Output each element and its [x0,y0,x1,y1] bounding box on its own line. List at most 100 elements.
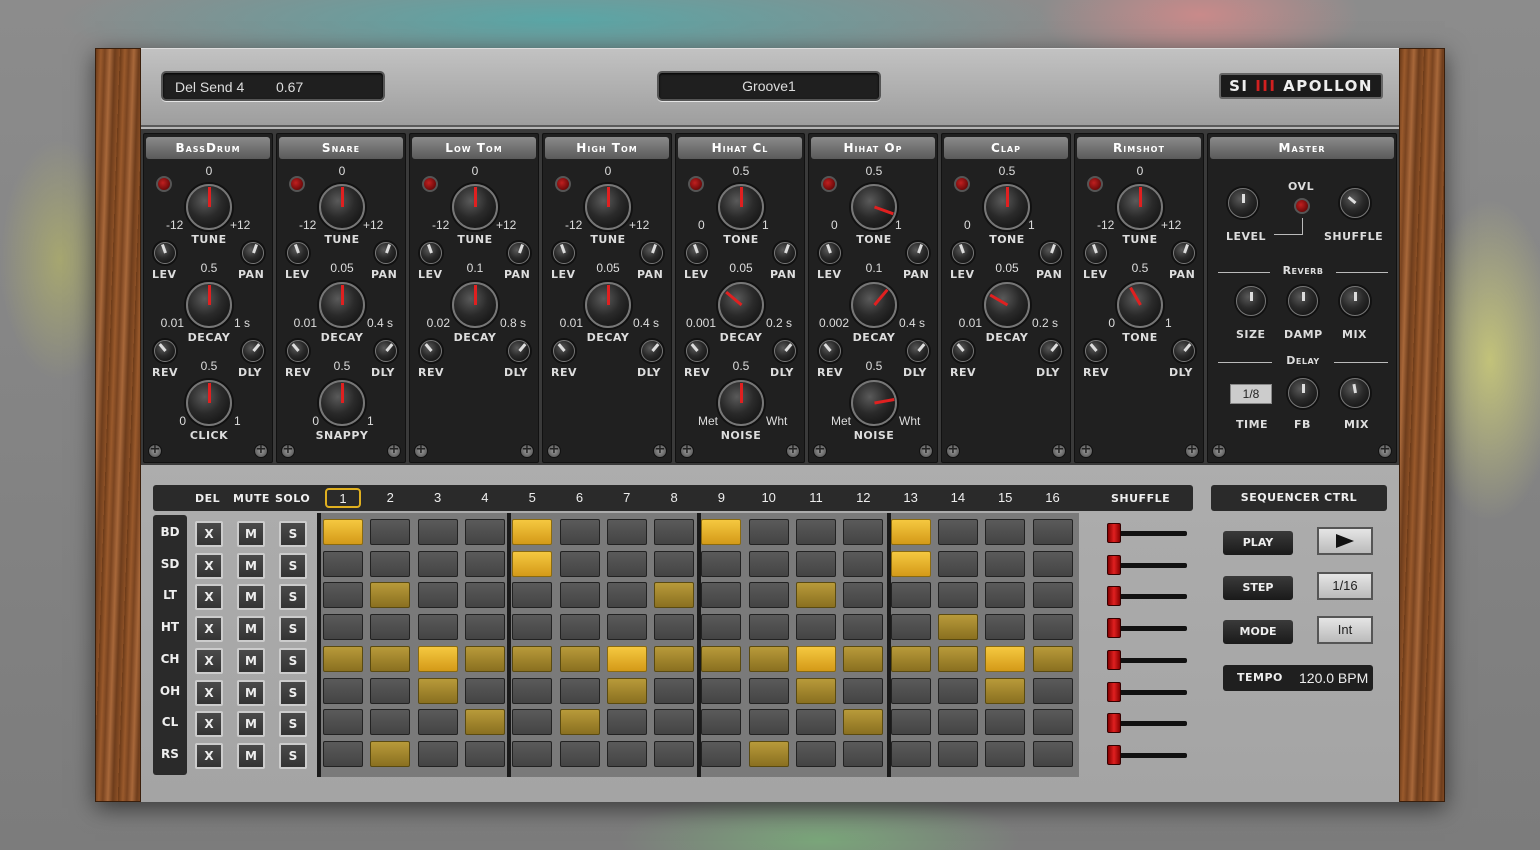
step-cell[interactable] [370,550,411,577]
step-cell[interactable] [985,709,1026,736]
delay-feedback-knob[interactable] [1288,378,1318,408]
tune-knob[interactable] [319,184,365,230]
decay-knob[interactable] [851,282,897,328]
tune-knob[interactable] [585,184,631,230]
knob3[interactable] [718,380,764,426]
reverb-send-knob[interactable] [686,340,708,362]
step-cell[interactable] [464,550,505,577]
step-cell[interactable] [890,614,931,641]
step-cell[interactable] [985,740,1026,767]
pan-knob[interactable] [774,242,796,264]
step-cell[interactable] [464,519,505,545]
step-cell[interactable] [559,677,600,704]
step-cell[interactable] [937,740,978,767]
step-cell[interactable] [843,645,884,672]
step-cell[interactable] [654,677,695,704]
reverb-send-knob[interactable] [819,340,841,362]
reverb-send-knob[interactable] [420,340,442,362]
reverb-send-knob[interactable] [952,340,974,362]
step-cell[interactable] [559,582,600,609]
level-knob[interactable] [420,242,442,264]
reverb-mix-knob[interactable] [1340,286,1370,316]
shuffle-thumb[interactable] [1107,744,1121,765]
step-cell[interactable] [559,709,600,736]
step-cell[interactable] [985,614,1026,641]
step-cell[interactable] [512,677,553,704]
delete-row-button[interactable]: X [195,552,223,579]
step-cell[interactable] [796,740,836,767]
step-number-5[interactable]: 5 [512,490,552,505]
shuffle-thumb[interactable] [1107,681,1121,702]
step-cell[interactable] [748,677,789,704]
step-cell[interactable] [370,582,411,609]
step-cell[interactable] [796,614,836,641]
reverb-send-knob[interactable] [1085,340,1107,362]
step-cell[interactable] [417,709,458,736]
step-cell[interactable] [417,740,458,767]
step-number-2[interactable]: 2 [370,490,410,505]
step-cell[interactable] [606,645,647,672]
shuffle-slider[interactable] [1107,523,1187,543]
step-number-6[interactable]: 6 [560,490,600,505]
master-shuffle-knob[interactable] [1340,188,1370,218]
delay-send-knob[interactable] [774,340,796,362]
reverb-send-knob[interactable] [287,340,309,362]
step-cell[interactable] [323,645,363,672]
solo-button[interactable]: S [279,647,307,674]
master-level-knob[interactable] [1228,188,1258,218]
delete-row-button[interactable]: X [195,742,223,769]
delete-row-button[interactable]: X [195,521,223,547]
tune-knob[interactable] [851,184,897,230]
step-cell[interactable] [1032,614,1073,641]
step-cell[interactable] [890,582,931,609]
step-cell[interactable] [512,709,553,736]
shuffle-thumb[interactable] [1107,649,1121,670]
step-button[interactable]: STEP [1223,576,1293,600]
step-cell[interactable] [654,550,695,577]
delay-send-knob[interactable] [508,340,530,362]
step-cell[interactable] [701,582,742,609]
step-number-1[interactable]: 1 [325,488,361,508]
tune-knob[interactable] [186,184,232,230]
step-cell[interactable] [748,614,789,641]
step-cell[interactable] [748,582,789,609]
step-cell[interactable] [701,645,742,672]
step-cell[interactable] [843,519,884,545]
step-cell[interactable] [985,677,1026,704]
step-cell[interactable] [937,550,978,577]
step-cell[interactable] [323,677,363,704]
step-cell[interactable] [370,740,411,767]
step-cell[interactable] [512,645,553,672]
step-cell[interactable] [370,709,411,736]
delete-row-button[interactable]: X [195,616,223,643]
step-cell[interactable] [890,709,931,736]
step-cell[interactable] [796,550,836,577]
step-cell[interactable] [370,677,411,704]
shuffle-slider[interactable] [1107,744,1187,765]
pan-knob[interactable] [641,242,663,264]
solo-button[interactable]: S [279,616,307,643]
step-cell[interactable] [654,709,695,736]
step-cell[interactable] [985,519,1026,545]
mute-button[interactable]: M [237,679,265,706]
step-cell[interactable] [370,645,411,672]
step-cell[interactable] [512,582,553,609]
level-knob[interactable] [154,242,176,264]
step-cell[interactable] [890,677,931,704]
tune-knob[interactable] [984,184,1030,230]
step-number-8[interactable]: 8 [654,490,694,505]
shuffle-thumb[interactable] [1107,586,1121,607]
preset-selector[interactable]: Groove1 [657,71,881,101]
delay-send-knob[interactable] [1040,340,1062,362]
level-knob[interactable] [553,242,575,264]
step-cell[interactable] [417,519,458,545]
pan-knob[interactable] [1173,242,1195,264]
step-cell[interactable] [559,645,600,672]
shuffle-thumb[interactable] [1107,523,1121,543]
decay-knob[interactable] [1117,282,1163,328]
step-cell[interactable] [464,709,505,736]
step-cell[interactable] [1032,550,1073,577]
step-cell[interactable] [843,740,884,767]
step-cell[interactable] [417,582,458,609]
step-cell[interactable] [464,645,505,672]
